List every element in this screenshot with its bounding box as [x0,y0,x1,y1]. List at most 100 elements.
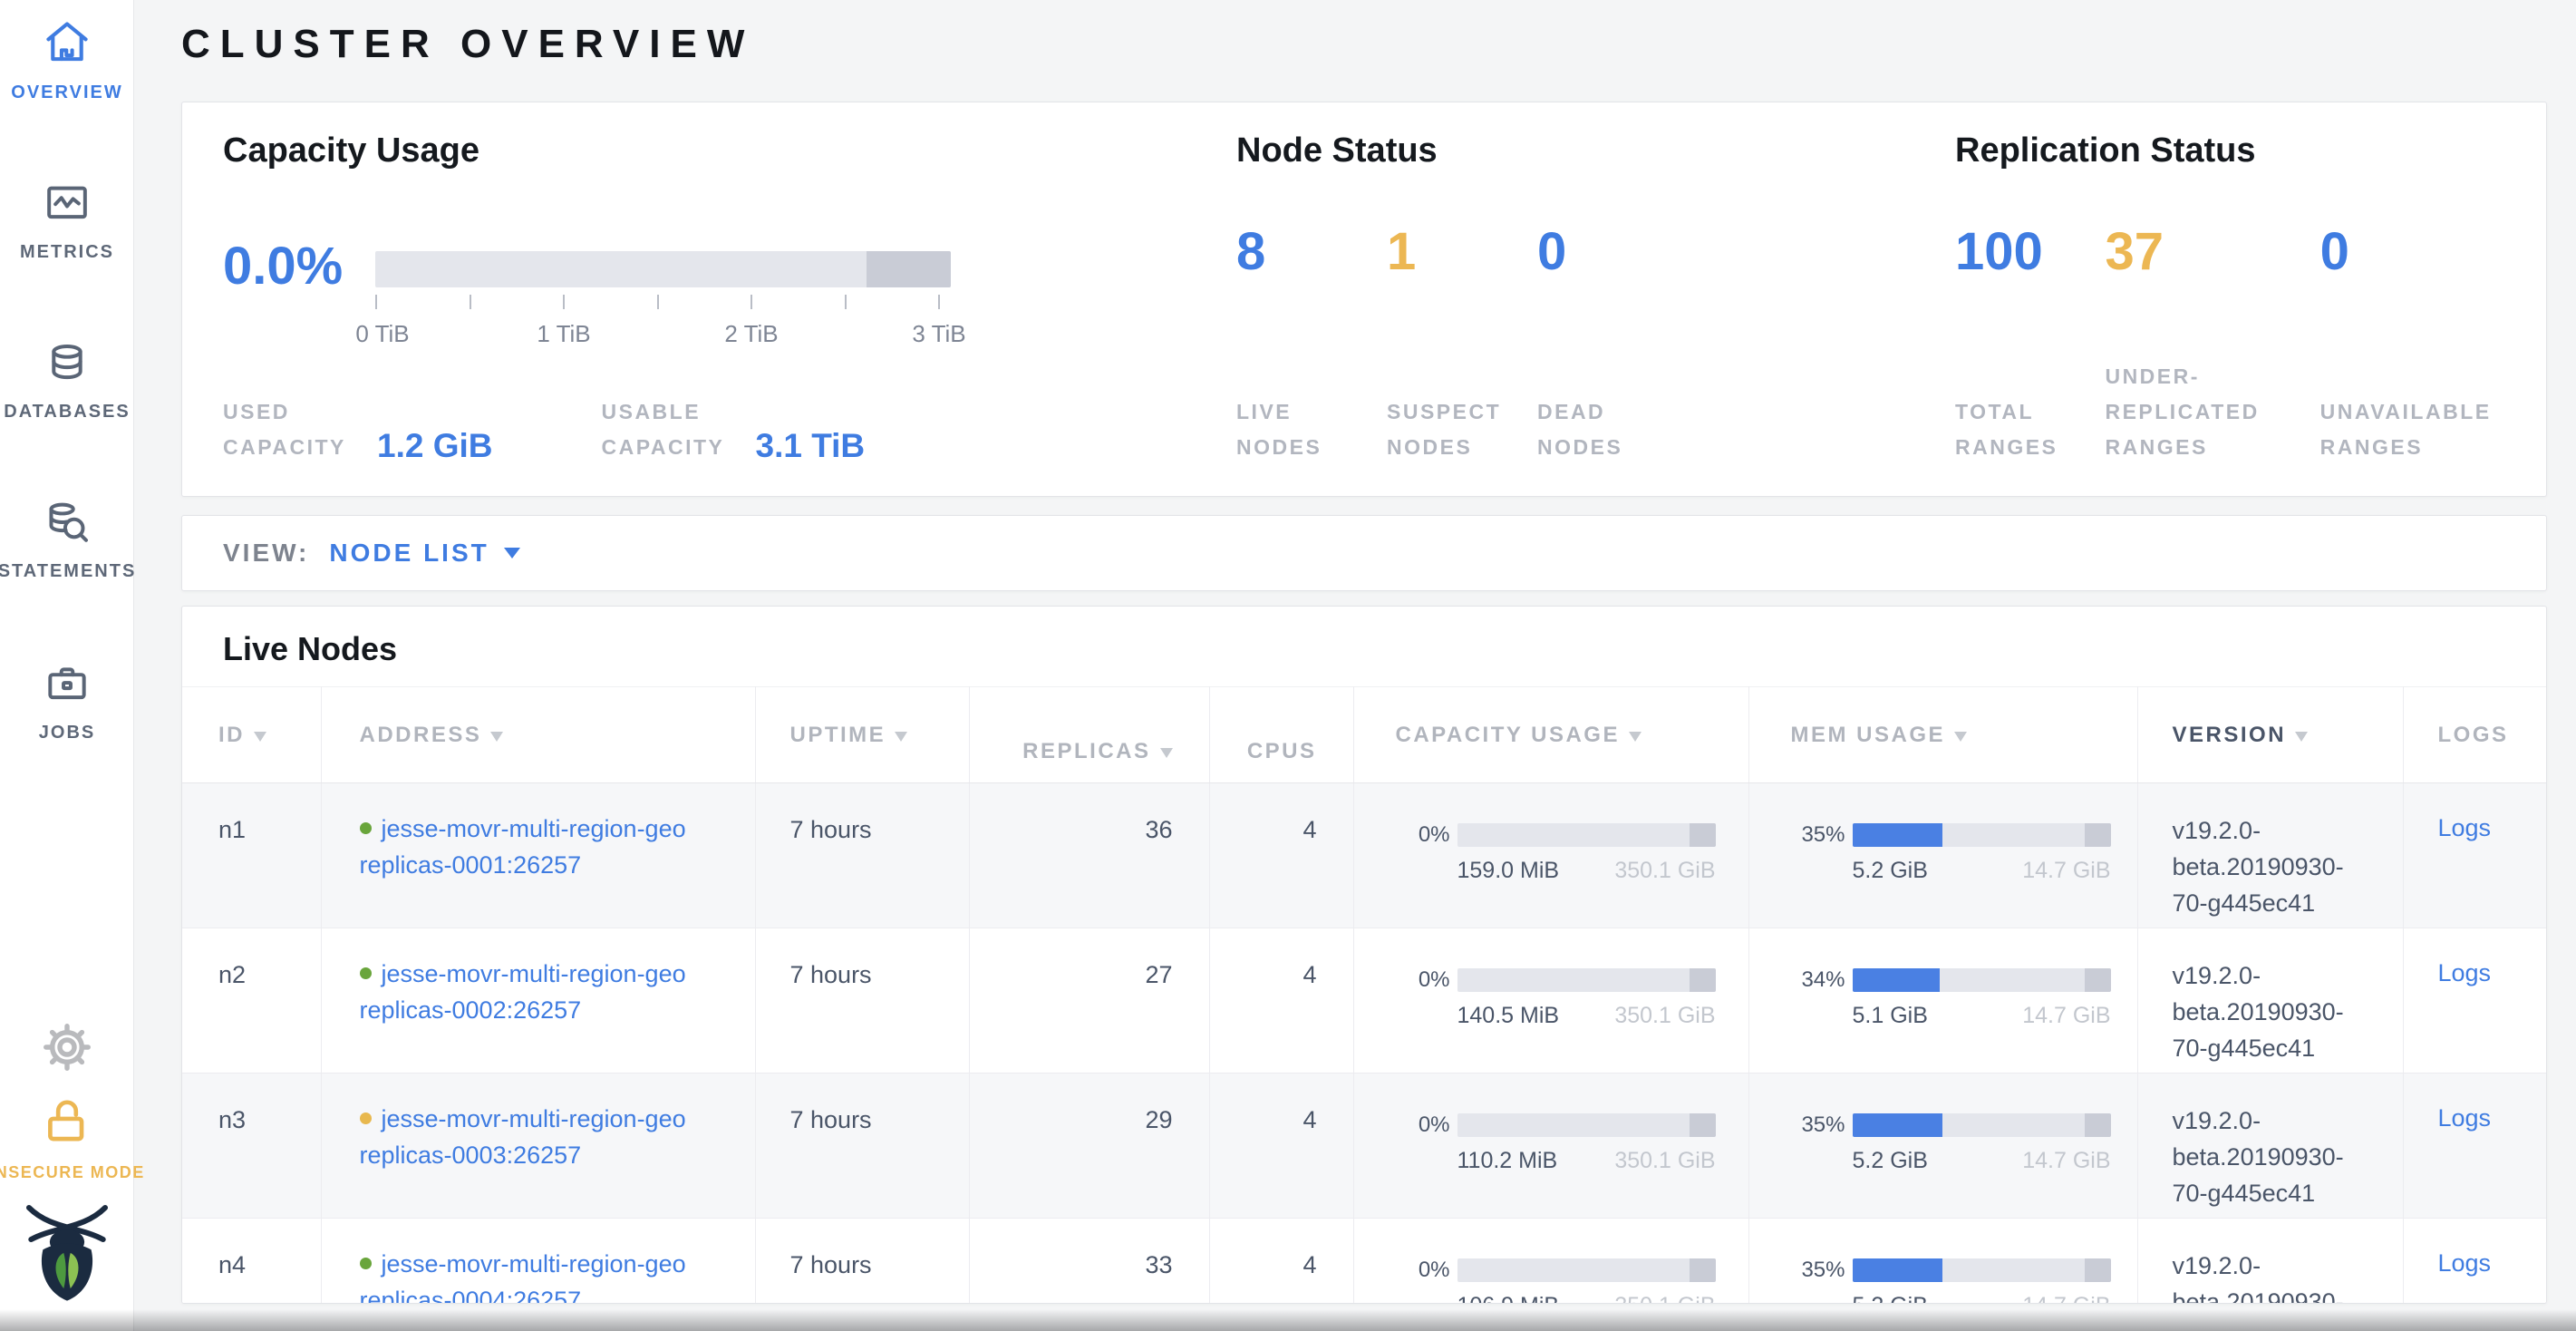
node-replicas: 33 [969,1219,1209,1305]
view-dropdown[interactable]: NODE LIST [329,539,519,568]
under-replicated-ranges-value: 37 [2105,226,2319,278]
column-header-replicas[interactable]: REPLICAS [969,687,1209,783]
sidebar-item-jobs[interactable]: JOBS [0,658,134,743]
column-header-mem-usage[interactable]: MEM USAGE [1748,687,2137,783]
sort-arrow-icon [1954,732,1967,742]
node-logs-cell: Logs [2403,928,2547,1074]
memory-meter [1853,968,2111,992]
node-status-dot [360,967,372,979]
node-id: n3 [182,1074,321,1219]
gear-icon [39,1019,95,1075]
sidebar-item-label: JOBS [39,723,95,743]
view-selector-bar: VIEW: NODE LIST [181,515,2547,591]
dead-nodes-label: DEAD NODES [1537,394,1664,465]
node-uptime: 7 hours [755,1074,969,1219]
column-header-version[interactable]: VERSION [2137,687,2403,783]
window-bottom-shadow [0,1309,2576,1331]
suspect-nodes-label: SUSPECT NODES [1387,394,1514,465]
node-capacity-cell: 0% 140.5 MiB350.1 GiB [1353,928,1748,1074]
replication-status-title: Replication Status [1955,133,2505,168]
sidebar-item-statements[interactable]: STATEMENTS [0,497,134,582]
column-header-id[interactable]: ID [182,687,321,783]
capacity-bar-other-segment [867,251,951,287]
under-replicated-ranges-stat: 37 UNDER-REPLICATED RANGES [2105,226,2319,465]
used-capacity-label: USED CAPACITY [223,394,361,465]
dead-nodes-stat: 0 DEAD NODES [1537,226,1664,465]
node-address-link[interactable]: jesse-movr-multi-region-georeplicas-0003… [360,1105,686,1169]
node-status-title: Node Status [1236,133,1955,168]
node-version: v19.2.0-beta.20190930-70-g445ec41 [2137,1219,2403,1305]
node-logs-cell: Logs [2403,1219,2547,1305]
live-nodes-stat: 8 LIVE NODES [1236,226,1387,465]
column-header-address[interactable]: ADDRESS [321,687,755,783]
usable-capacity-stat: USABLE CAPACITY 3.1 TiB [602,394,866,465]
sidebar-item-databases[interactable]: DATABASES [0,337,134,423]
usable-capacity-label: USABLE CAPACITY [602,394,740,465]
logs-link[interactable]: Logs [2438,814,2492,841]
replication-status-section: Replication Status 100 TOTAL RANGES 37 U… [1955,133,2505,465]
node-cpus: 4 [1209,783,1353,928]
sidebar-item-overview[interactable]: OVERVIEW [0,16,134,103]
node-replicas: 29 [969,1074,1209,1219]
capacity-meter [1457,1258,1716,1282]
table-header-row: ID ADDRESS UPTIME REPLICAS CPUS CAPACITY… [182,687,2547,783]
live-nodes-panel: Live Nodes ID ADDRESS UPTIME REPLICAS CP… [181,606,2547,1304]
jobs-icon [42,658,92,709]
capacity-axis-ticks [375,295,951,311]
home-icon [41,16,93,69]
sidebar-item-label: METRICS [20,242,114,263]
node-logs-cell: Logs [2403,783,2547,928]
logs-link[interactable]: Logs [2438,1249,2492,1277]
node-status-dot [360,1258,372,1269]
metrics-icon [42,178,92,228]
column-header-uptime[interactable]: UPTIME [755,687,969,783]
logs-link[interactable]: Logs [2438,959,2492,986]
chevron-down-icon [504,548,520,559]
live-nodes-label: LIVE NODES [1236,394,1363,465]
node-version: v19.2.0-beta.20190930-70-g445ec41 [2137,1074,2403,1219]
capacity-percent: 0.0% [223,240,375,347]
main-content: CLUSTER OVERVIEW Capacity Usage 0.0% [134,22,2576,1304]
node-id: n2 [182,928,321,1074]
node-id: n4 [182,1219,321,1305]
node-version: v19.2.0-beta.20190930-70-g445ec41 [2137,928,2403,1074]
capacity-meter [1457,1113,1716,1137]
node-address-link[interactable]: jesse-movr-multi-region-georeplicas-0002… [360,960,686,1024]
node-replicas: 36 [969,783,1209,928]
node-cpus: 4 [1209,1074,1353,1219]
view-label: VIEW: [223,539,309,568]
sort-arrow-icon [895,732,907,742]
node-address-cell: jesse-movr-multi-region-georeplicas-0002… [321,928,755,1074]
table-row: n2 jesse-movr-multi-region-georeplicas-0… [182,928,2547,1074]
node-memory-cell: 35% 5.2 GiB14.7 GiB [1748,1074,2137,1219]
node-uptime: 7 hours [755,783,969,928]
node-address-cell: jesse-movr-multi-region-georeplicas-0001… [321,783,755,928]
insecure-mode-label: INSECURE MODE [0,1163,145,1182]
node-memory-cell: 34% 5.1 GiB14.7 GiB [1748,928,2137,1074]
node-status-section: Node Status 8 LIVE NODES 1 SUSPECT NODES… [1236,133,1955,465]
sidebar-item-metrics[interactable]: METRICS [0,178,134,263]
table-row: n4 jesse-movr-multi-region-georeplicas-0… [182,1219,2547,1305]
node-address-link[interactable]: jesse-movr-multi-region-georeplicas-0004… [360,1250,686,1304]
capacity-meter [1457,968,1716,992]
column-header-capacity-usage[interactable]: CAPACITY USAGE [1353,687,1748,783]
sidebar: OVERVIEW METRICS DATABASES [0,0,134,1331]
column-header-cpus: CPUS [1209,687,1353,783]
node-address-link[interactable]: jesse-movr-multi-region-georeplicas-0001… [360,815,686,879]
insecure-mode-indicator: INSECURE MODE [0,1093,134,1182]
node-uptime: 7 hours [755,928,969,1074]
under-replicated-ranges-label: UNDER-REPLICATED RANGES [2105,359,2300,465]
sidebar-item-label: STATEMENTS [0,561,136,582]
logs-link[interactable]: Logs [2438,1104,2492,1132]
node-cpus: 4 [1209,928,1353,1074]
node-address-cell: jesse-movr-multi-region-georeplicas-0003… [321,1074,755,1219]
node-version: v19.2.0-beta.20190930-70-g445ec41 [2137,783,2403,928]
sidebar-settings[interactable] [0,1019,134,1075]
databases-icon [42,337,92,388]
view-dropdown-value: NODE LIST [329,539,489,568]
used-capacity-value: 1.2 GiB [377,429,493,465]
total-ranges-stat: 100 TOTAL RANGES [1955,226,2105,465]
node-logs-cell: Logs [2403,1074,2547,1219]
total-ranges-label: TOTAL RANGES [1955,394,2082,465]
node-cpus: 4 [1209,1219,1353,1305]
